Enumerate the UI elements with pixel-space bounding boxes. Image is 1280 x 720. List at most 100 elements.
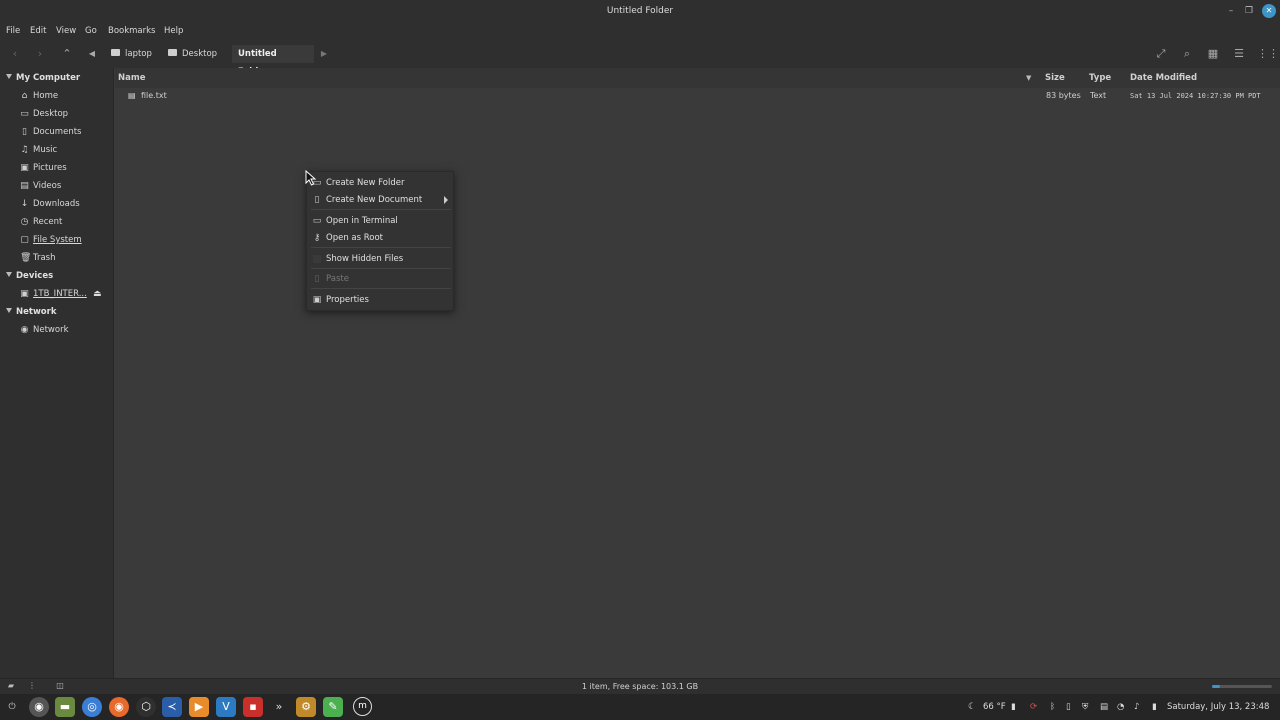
menu-icon[interactable]: ⏻ (2, 697, 22, 717)
breadcrumb-left-icon[interactable]: ◀ (86, 40, 98, 68)
sidebar-item-documents[interactable]: ▯ Documents (0, 123, 113, 141)
app-icon[interactable]: ✎ (323, 697, 343, 717)
menu-file[interactable]: File (6, 22, 20, 40)
sidebar-item-music[interactable]: ♫ Music (0, 141, 113, 159)
toolbar: ‹ › ⌃ ◀ laptop Desktop Untitled Folder ▶… (0, 40, 1280, 77)
file-list[interactable]: Name ▼ Size Type Date Modified ▤ file.tx… (115, 68, 1280, 678)
menu-item-open-root[interactable]: ⚷ Open as Root (307, 229, 455, 247)
column-size[interactable]: Size (1045, 68, 1065, 88)
sidebar-item-desktop[interactable]: ▭ Desktop (0, 105, 113, 123)
sidebar-item-videos[interactable]: ▤ Videos (0, 177, 113, 195)
icon-view-icon[interactable]: ▦ (1205, 40, 1221, 68)
maximize-icon[interactable]: ❐ (1240, 0, 1258, 22)
mint-icon[interactable]: m (353, 697, 372, 716)
sidebar-item-home[interactable]: ⌂ Home (0, 87, 113, 105)
toggle-location-icon[interactable]: ⤢ (1153, 40, 1169, 68)
document-add-icon: ▯ (314, 195, 320, 205)
sidebar-item-file-system[interactable]: ▢ File System (0, 231, 113, 249)
eject-icon[interactable]: ⏏ (93, 285, 102, 303)
zoom-slider[interactable] (1212, 685, 1272, 688)
chrome-icon[interactable]: ◎ (82, 697, 102, 717)
search-icon[interactable]: ⌕ (1179, 40, 1195, 68)
file-icon: ▤ (128, 91, 136, 100)
list-view-icon[interactable]: ☰ (1231, 40, 1247, 68)
menu-bookmarks[interactable]: Bookmarks (108, 22, 156, 40)
breadcrumb-right-icon[interactable]: ▶ (318, 40, 330, 68)
app-icon[interactable]: ▪ (243, 697, 263, 717)
weather-icon[interactable]: ☾ (968, 694, 976, 720)
app-icon[interactable]: ⚙ (296, 697, 316, 717)
battery-icon[interactable]: ▮ (1152, 694, 1157, 720)
sidebar-item-downloads[interactable]: ↓ Downloads (0, 195, 113, 213)
sidebar-item-drive[interactable]: ▣ 1TB_INTER... ⏏ (0, 285, 113, 303)
app-icon[interactable]: V (216, 697, 236, 717)
volume-icon[interactable]: ♪ (1134, 694, 1139, 720)
shield-icon[interactable]: ⛨ (1082, 694, 1088, 720)
breadcrumb-laptop[interactable]: laptop (105, 45, 158, 63)
wifi-icon[interactable]: ◔ (1117, 694, 1124, 720)
update-icon[interactable]: ⟳ (1030, 694, 1037, 720)
status-bar: ▰ ⋮ ◫ 1 item, Free space: 103.1 GB (0, 678, 1280, 694)
menu-item-show-hidden[interactable]: Show Hidden Files (307, 250, 455, 268)
trash-icon: 🗑 (20, 253, 32, 263)
forward-icon[interactable]: › (33, 40, 47, 68)
compact-view-icon[interactable]: ⋮⋮ (1257, 40, 1279, 68)
file-size: 83 bytes (1046, 91, 1081, 100)
menu-item-open-terminal[interactable]: ▭ Open in Terminal (307, 212, 455, 230)
sidebar-section-devices[interactable]: Devices (0, 267, 53, 285)
minimize-icon[interactable]: – (1222, 0, 1240, 22)
menu-go[interactable]: Go (85, 22, 97, 40)
breadcrumb-current[interactable]: Untitled Folder (232, 45, 314, 77)
up-icon[interactable]: ⌃ (60, 40, 74, 68)
launcher-icon[interactable]: ◉ (29, 697, 49, 717)
sidebar-section-network[interactable]: Network (0, 303, 56, 321)
clipboard-icon[interactable]: ▮ (1011, 694, 1016, 720)
keyboard-icon[interactable]: ▤ (1100, 694, 1108, 720)
bluetooth-icon[interactable]: ᛒ (1050, 694, 1055, 720)
column-date[interactable]: Date Modified (1130, 68, 1197, 88)
status-text: 1 item, Free space: 103.1 GB (581, 682, 699, 691)
menu-item-create-document[interactable]: ▯ Create New Document (307, 191, 455, 209)
menu-item-properties[interactable]: ▣ Properties (307, 291, 455, 309)
menu-item-create-folder[interactable]: ▭ Create New Folder (307, 174, 455, 192)
desktop-icon: ▭ (20, 109, 29, 119)
clock[interactable]: Saturday, July 13, 23:48 (1167, 694, 1269, 720)
device-icon[interactable]: ▯ (1066, 694, 1071, 720)
breadcrumb-desktop[interactable]: Desktop (162, 45, 223, 63)
sidebar-item-pictures[interactable]: ▣ Pictures (0, 159, 113, 177)
close-icon[interactable]: ✕ (1262, 4, 1276, 18)
sidebar-item-network[interactable]: ◉ Network (0, 321, 113, 339)
column-name[interactable]: Name (118, 68, 145, 88)
menu-view[interactable]: View (56, 22, 76, 40)
unity-icon[interactable]: ⬡ (136, 697, 156, 717)
key-icon: ⚷ (313, 233, 321, 243)
paste-icon: ▯ (314, 274, 320, 284)
zoom-slider-fill (1212, 685, 1220, 688)
taskbar: ⏻ ◉ ▬ ◎ ◉ ⬡ ≺ ▶ V ▪ » ⚙ ✎ m ☾ 66 °F ▮ ⟳ … (0, 694, 1280, 720)
download-icon: ↓ (20, 199, 29, 209)
sidebar-item-trash[interactable]: 🗑 Trash (0, 249, 113, 267)
media-player-icon[interactable]: ▶ (189, 697, 209, 717)
sidebar-item-recent[interactable]: ◷ Recent (0, 213, 113, 231)
context-menu: ▭ Create New Folder ▯ Create New Document … (306, 171, 454, 311)
vscode-icon[interactable]: ≺ (162, 697, 182, 717)
menu-help[interactable]: Help (164, 22, 183, 40)
app-icon[interactable]: » (269, 697, 289, 717)
picture-icon: ▣ (20, 163, 29, 173)
back-icon[interactable]: ‹ (8, 40, 22, 68)
table-row[interactable]: ▤ file.txt 83 bytes Text Sat 13 Jul 2024… (115, 87, 1280, 105)
column-type[interactable]: Type (1089, 68, 1111, 88)
firefox-icon[interactable]: ◉ (109, 697, 129, 717)
sort-down-icon[interactable]: ▼ (1026, 68, 1031, 88)
temperature[interactable]: 66 °F (983, 694, 1006, 720)
checkbox-icon[interactable] (313, 255, 321, 263)
sidebar-section-my-computer[interactable]: My Computer (0, 69, 80, 87)
files-app-icon[interactable]: ▬ (55, 697, 75, 717)
file-name: file.txt (141, 91, 167, 100)
menu-divider (311, 247, 451, 248)
menu-item-paste: ▯ Paste (307, 270, 455, 288)
title-bar: Untitled Folder – ❐ ✕ (0, 0, 1280, 22)
menu-edit[interactable]: Edit (30, 22, 46, 40)
mouse-cursor-icon (305, 170, 317, 186)
file-date: Sat 13 Jul 2024 10:27:30 PM PDT (1130, 92, 1261, 100)
